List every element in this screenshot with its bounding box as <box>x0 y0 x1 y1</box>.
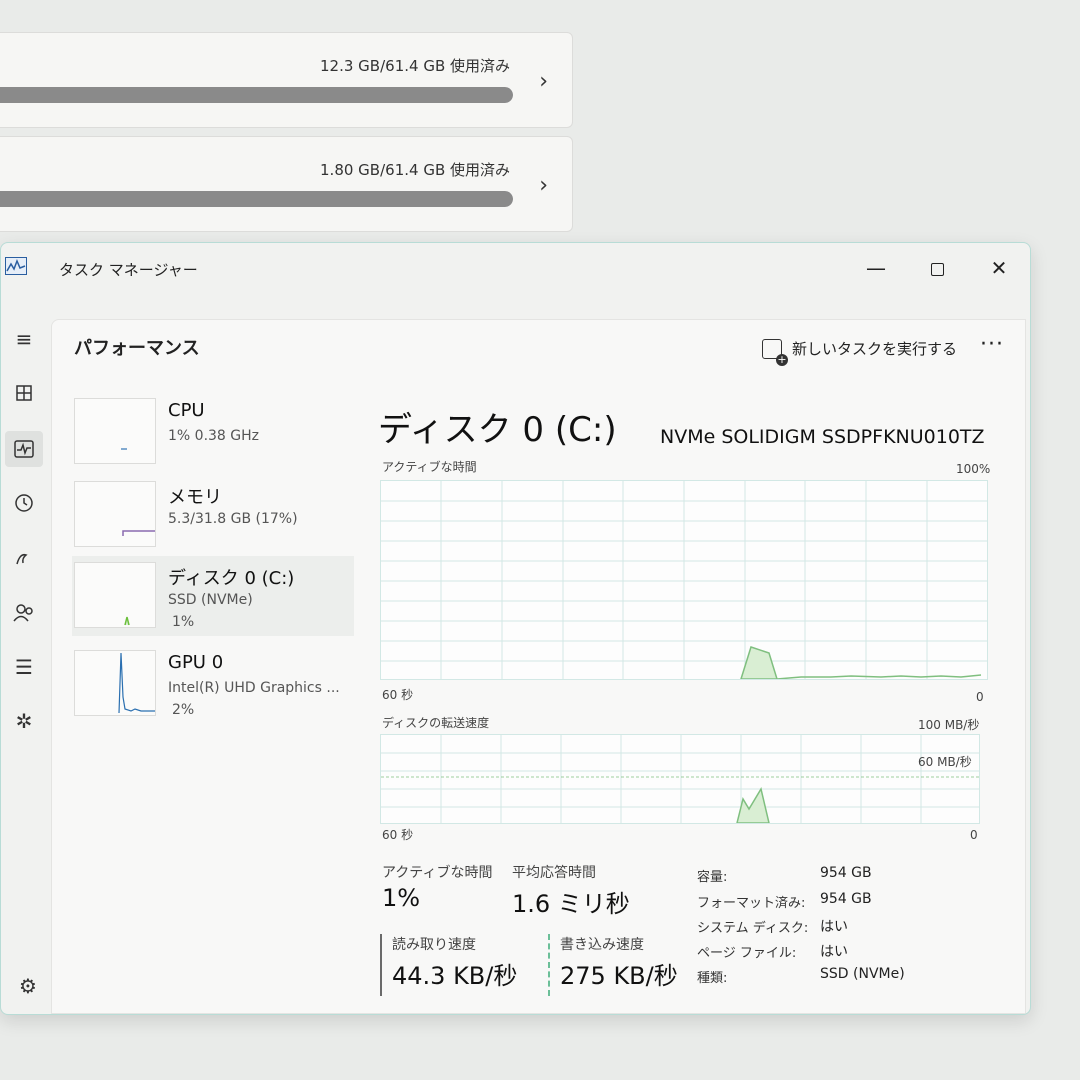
maximize-button[interactable] <box>917 253 957 283</box>
task-manager-app-icon <box>5 257 27 275</box>
resource-sub: Intel(R) UHD Graphics ... <box>168 680 340 696</box>
users-icon[interactable] <box>5 595 43 631</box>
active-time-graph-left: 60 秒 <box>382 688 414 702</box>
active-time-graph-label: アクティブな時間 <box>382 460 477 474</box>
resource-usage: 2% <box>172 702 195 718</box>
active-time-graph <box>380 480 988 680</box>
run-new-task-button[interactable]: 新しいタスクを実行する <box>762 338 958 366</box>
storage-usage-text: 12.3 GB/61.4 GB 使用済み <box>320 57 510 75</box>
prop-formatted-value: 954 GB <box>820 891 872 907</box>
resource-name: CPU <box>168 400 205 421</box>
page-title: パフォーマンス <box>74 338 200 359</box>
memory-thumbnail-graph <box>74 481 156 547</box>
storage-usage-text: 1.80 GB/61.4 GB 使用済み <box>320 161 510 179</box>
resource-sub: 5.3/31.8 GB (17%) <box>168 511 298 527</box>
active-time-graph-right: 0 <box>976 690 984 704</box>
transfer-graph-mid: 60 MB/秒 <box>918 755 972 769</box>
resource-usage: 1% <box>172 614 195 630</box>
prop-page-file-key: ページ ファイル: <box>697 946 797 961</box>
startup-icon[interactable] <box>5 541 43 577</box>
storage-card-1[interactable]: 12.3 GB/61.4 GB 使用済み › <box>0 32 573 128</box>
chevron-right-icon[interactable]: › <box>539 173 548 198</box>
gpu-thumbnail-graph <box>74 650 156 716</box>
prop-type-key: 種類: <box>697 971 728 986</box>
transfer-series <box>736 787 770 824</box>
prop-page-file-value: はい <box>820 944 848 960</box>
performance-icon[interactable] <box>5 431 43 467</box>
transfer-graph-svg <box>381 735 979 824</box>
transfer-graph-label: ディスクの転送速度 <box>382 716 490 730</box>
active-time-baseline <box>776 674 982 680</box>
prop-formatted-key: フォーマット済み: <box>697 896 806 911</box>
resource-sub: 1% 0.38 GHz <box>168 428 260 444</box>
active-time-graph-max: 100% <box>956 462 991 476</box>
read-rate-marker <box>380 934 382 996</box>
active-time-label: アクティブな時間 <box>382 865 493 881</box>
resource-item-disk[interactable]: ディスク 0 (C:) SSD (NVMe) 1% <box>72 556 354 636</box>
resource-item-gpu[interactable]: GPU 0 Intel(R) UHD Graphics ... 2% <box>72 644 354 724</box>
details-icon[interactable]: ☰ <box>5 649 43 685</box>
prop-capacity-key: 容量: <box>697 870 728 885</box>
app-history-icon[interactable] <box>5 485 43 521</box>
side-nav: ≡ ☰ ✲ ⚙ <box>1 303 51 1014</box>
transfer-graph-max: 100 MB/秒 <box>918 718 980 732</box>
avg-response-label: 平均応答時間 <box>512 865 596 881</box>
settings-gear-icon[interactable]: ⚙ <box>19 974 37 998</box>
resource-sub: SSD (NVMe) <box>168 592 253 608</box>
prop-system-disk-key: システム ディスク: <box>697 921 809 936</box>
resource-name: GPU 0 <box>168 652 224 673</box>
run-new-task-label: 新しいタスクを実行する <box>792 340 958 358</box>
resource-name: ディスク 0 (C:) <box>168 568 295 589</box>
grid-lines <box>381 735 979 823</box>
processes-icon[interactable] <box>5 375 43 411</box>
grid-lines <box>381 481 987 679</box>
storage-usage-bar <box>0 191 513 207</box>
write-rate-marker <box>548 934 550 996</box>
read-speed-value: 44.3 KB/秒 <box>392 962 518 990</box>
title-bar[interactable]: タスク マネージャー — ✕ <box>1 243 1030 293</box>
disk-thumbnail-graph <box>74 562 156 628</box>
new-task-icon <box>762 338 788 366</box>
minimize-button[interactable]: — <box>856 253 896 283</box>
maximize-icon <box>930 263 944 276</box>
transfer-graph-left: 60 秒 <box>382 828 414 842</box>
storage-card-2[interactable]: 1.80 GB/61.4 GB 使用済み › <box>0 136 573 232</box>
storage-usage-fill <box>0 87 513 103</box>
disk-model: NVMe SOLIDIGM SSDPFKNU010TZ <box>660 426 985 448</box>
storage-usage-bar <box>0 87 513 103</box>
resource-item-cpu[interactable]: CPU 1% 0.38 GHz <box>72 392 354 472</box>
hamburger-icon[interactable]: ≡ <box>5 321 43 357</box>
prop-system-disk-value: はい <box>820 919 848 935</box>
detail-title: ディスク 0 (C:) <box>378 410 617 450</box>
resource-name: メモリ <box>168 487 222 508</box>
prop-type-value: SSD (NVMe) <box>820 966 905 982</box>
avg-response-value: 1.6 ミリ秒 <box>512 890 630 918</box>
cpu-thumbnail-graph <box>74 398 156 464</box>
transfer-graph <box>380 734 980 824</box>
window-title: タスク マネージャー <box>59 261 198 279</box>
write-speed-value: 275 KB/秒 <box>560 962 678 990</box>
task-manager-window: タスク マネージャー — ✕ ≡ ☰ ✲ ⚙ パフォーマンス 新しいタスクを実行… <box>0 242 1031 1015</box>
close-button[interactable]: ✕ <box>979 253 1019 283</box>
more-options-button[interactable]: ··· <box>980 332 1004 357</box>
active-time-value: 1% <box>382 884 421 912</box>
performance-panel: パフォーマンス 新しいタスクを実行する ··· CPU 1% 0.38 GHz … <box>51 319 1026 1014</box>
active-time-graph-svg <box>381 481 987 680</box>
services-icon[interactable]: ✲ <box>5 703 43 739</box>
active-time-series <box>739 646 779 680</box>
transfer-graph-right: 0 <box>970 828 978 842</box>
read-speed-label: 読み取り速度 <box>392 937 476 953</box>
resource-item-memory[interactable]: メモリ 5.3/31.8 GB (17%) <box>72 475 354 555</box>
storage-usage-fill <box>0 191 513 207</box>
chevron-right-icon[interactable]: › <box>539 69 548 94</box>
prop-capacity-value: 954 GB <box>820 865 872 881</box>
write-speed-label: 書き込み速度 <box>560 937 644 953</box>
